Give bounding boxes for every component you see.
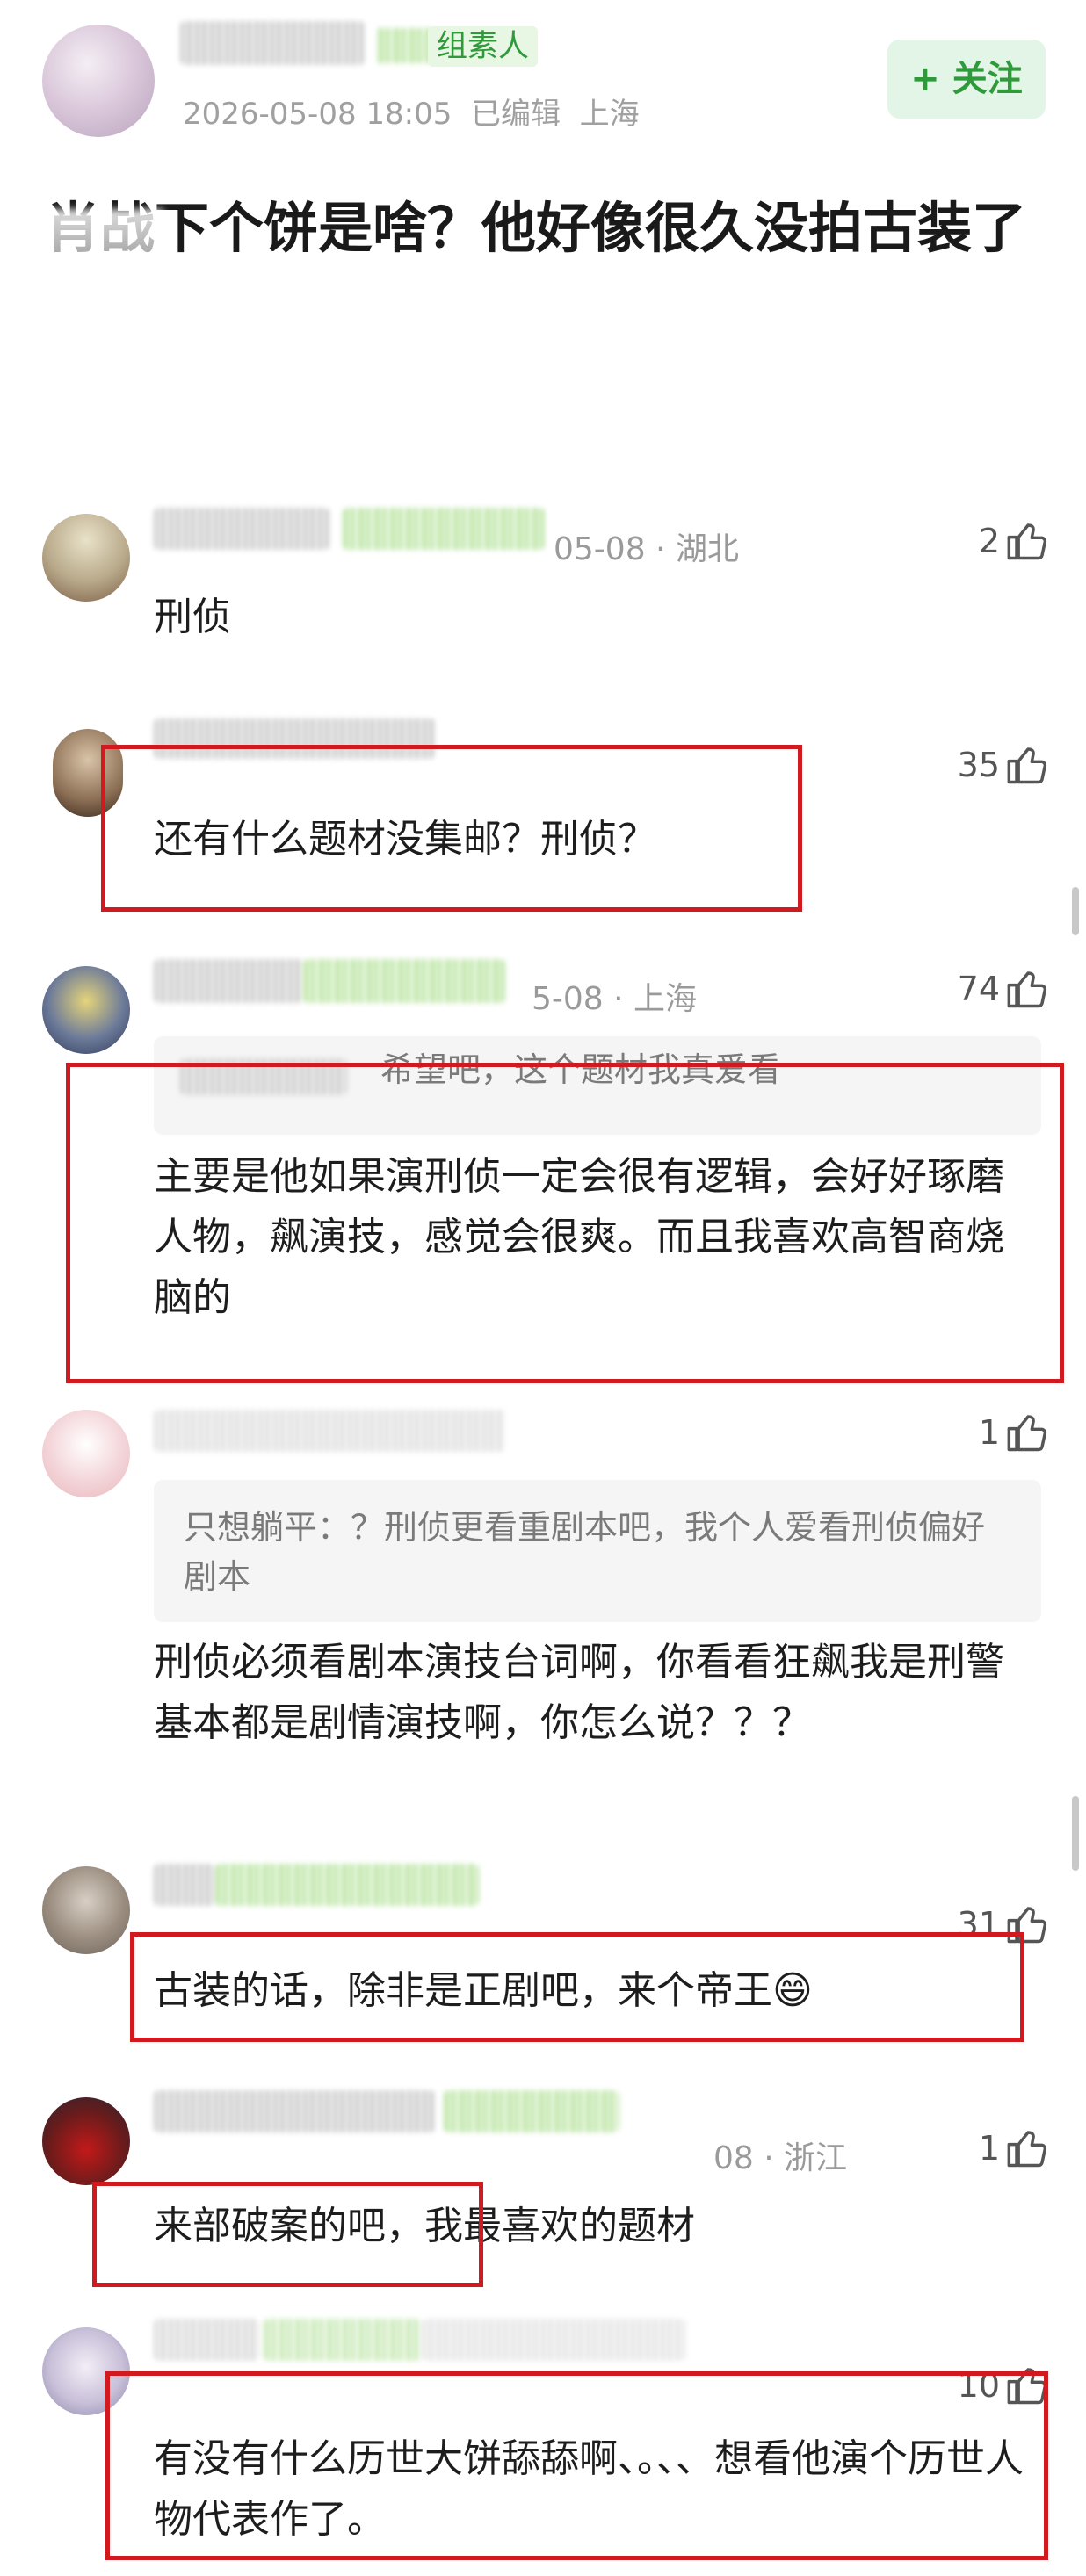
post-author-avatar[interactable] [42,25,155,137]
like-count: 35 [957,746,1000,784]
comment-avatar[interactable] [42,1866,130,1954]
commenter-badge [343,508,545,550]
like-button[interactable]: 35 [958,742,1051,788]
commenter-name[interactable] [154,959,303,1003]
comment-avatar[interactable] [42,1410,130,1497]
title-blur-mask [39,209,163,271]
highlight-box [101,745,802,912]
quoted-reply: 只想躺平：？刑侦更看重剧本吧，我个人爱看刑侦偏好剧本 [154,1480,1041,1622]
commenter-name[interactable] [154,2090,435,2132]
scrollbar-lower[interactable] [1072,1796,1079,1871]
commenter-name[interactable] [154,508,329,550]
comment-meta: 08 · 浙江 [713,2140,848,2176]
commenter-name[interactable] [154,2319,259,2361]
like-count: 1 [978,1413,1000,1452]
comment-meta: 05-08 · 湖北 [554,531,739,567]
comment-avatar[interactable] [42,966,130,1054]
commenter-name[interactable] [154,1410,505,1452]
thumb-up-icon [1007,747,1047,784]
post-author-name[interactable] [180,21,365,65]
highlight-box [130,1932,1024,2042]
comment-avatar[interactable] [42,2097,130,2185]
commenter-extra [422,2319,685,2361]
scrollbar-upper[interactable] [1072,887,1079,935]
commenter-name[interactable] [154,1864,215,1906]
like-button[interactable]: 2 [979,518,1051,564]
thumb-up-icon [1007,971,1047,1008]
commenter-badge [444,2090,619,2132]
thumb-up-icon [1007,523,1047,560]
commenter-badge [264,2319,422,2361]
comment-text: 刑侦 [154,595,231,639]
commenter-badge [303,959,505,1003]
commenter-badge [215,1864,479,1906]
highlight-box [105,2371,1048,2560]
like-button[interactable]: 1 [979,1410,1051,1455]
like-button[interactable]: 1 [979,2125,1051,2171]
post-meta: 2026-05-08 18:05 已编辑 上海 [183,97,640,132]
like-count: 74 [957,970,1000,1008]
comment-meta: 5-08 · 上海 [532,981,698,1017]
author-badge-bg [378,28,431,63]
like-count: 2 [978,522,1000,560]
thumb-up-icon [1007,1415,1047,1452]
highlight-box [66,1063,1064,1383]
like-button[interactable]: 74 [958,966,1051,1012]
author-badge: 组素人 [428,26,539,67]
post-title: 肖战下个饼是啥？他好像很久没拍古装了 [46,196,1027,260]
thumb-up-icon [1007,2131,1047,2168]
comment-text: 刑侦必须看剧本演技台词啊，你看看狂飙我是刑警基本都是剧情演技啊，你怎么说？？？ [154,1640,1004,1745]
highlight-box [92,2182,483,2287]
follow-button[interactable]: + 关注 [887,40,1046,119]
like-count: 1 [978,2129,1000,2168]
comment-avatar[interactable] [42,514,130,602]
